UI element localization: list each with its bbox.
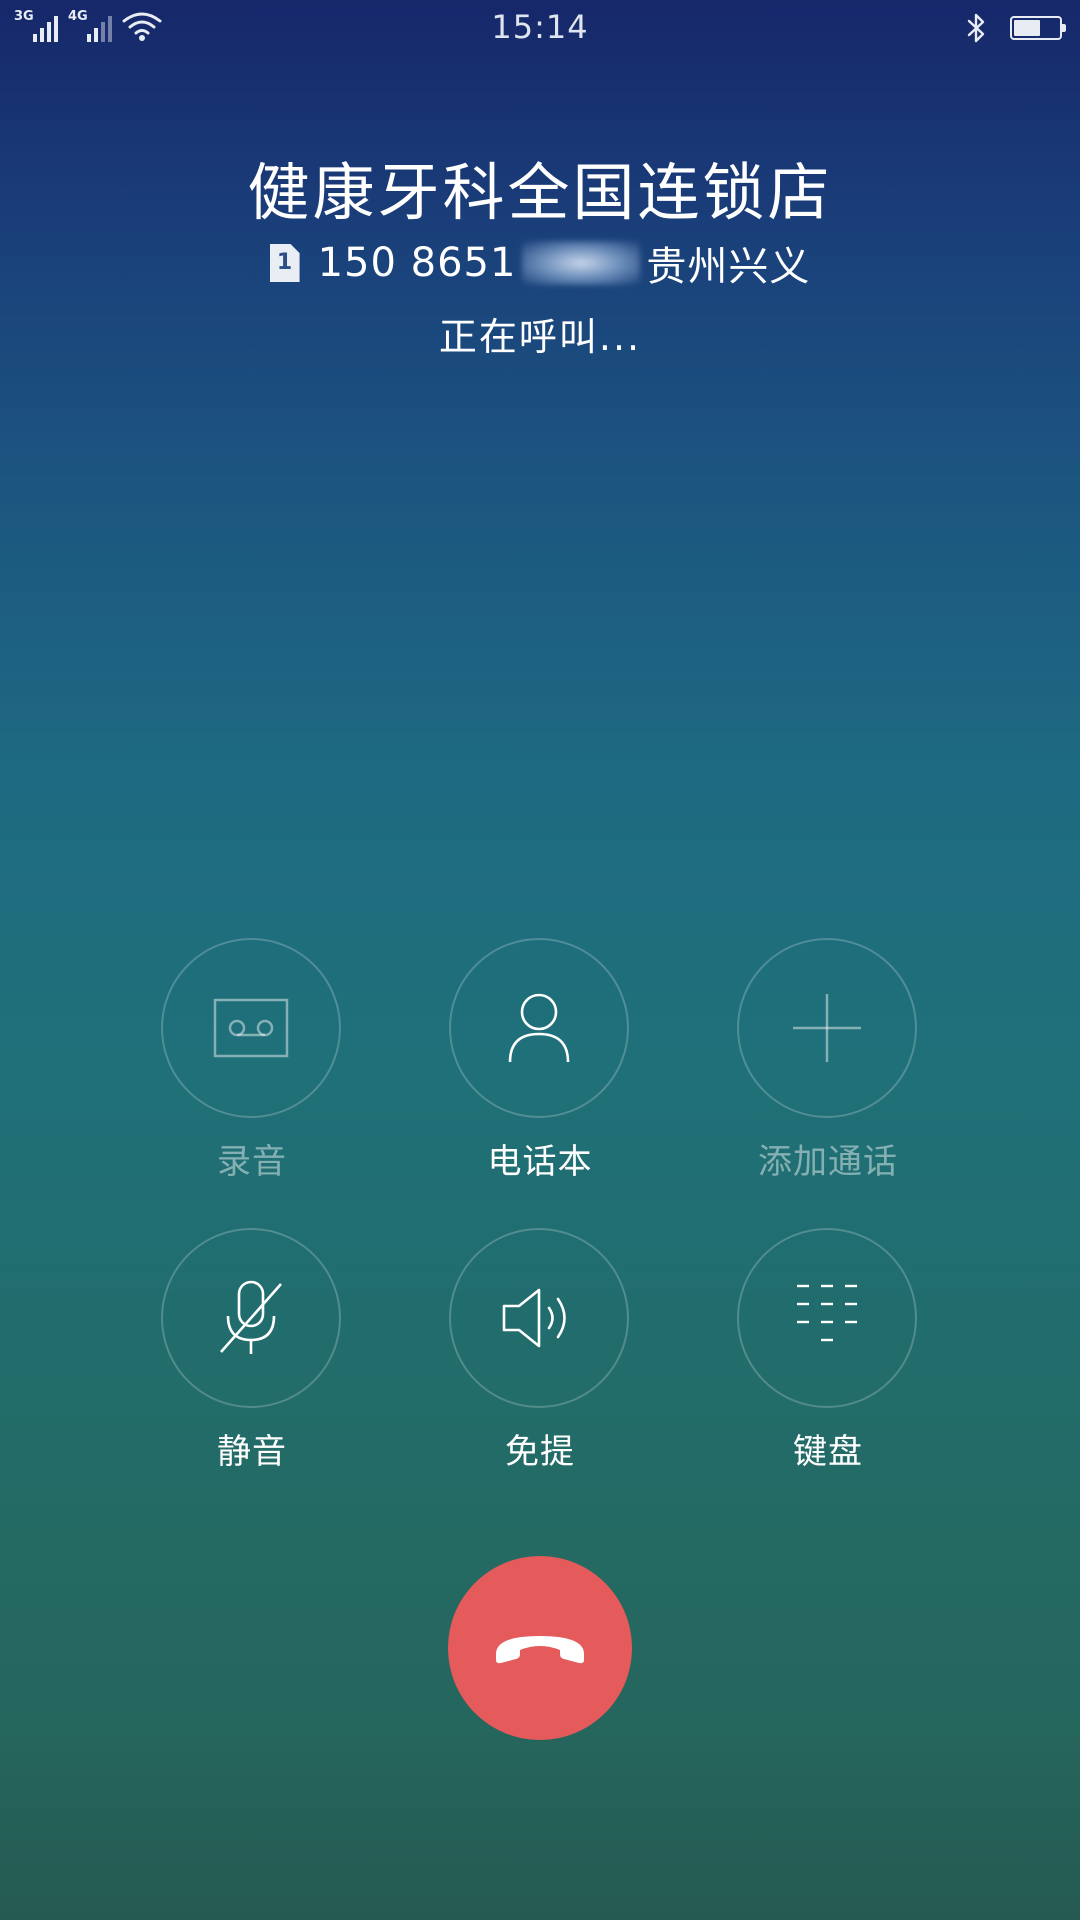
- record-action[interactable]: 录音: [132, 938, 372, 1238]
- add-call-button[interactable]: [737, 938, 917, 1118]
- mute-button[interactable]: [161, 1228, 341, 1408]
- call-status: 正在呼叫...: [438, 315, 642, 359]
- status-right: [966, 12, 1066, 44]
- record-label: 录音: [217, 1142, 287, 1182]
- redacted-number-mask: [522, 241, 641, 285]
- caller-name: 健康牙科全国连锁店: [247, 156, 833, 229]
- caller-number-row: 1 150 8651 贵州兴义: [0, 234, 1080, 292]
- mic-muted-icon: [220, 1280, 282, 1354]
- add-call-action[interactable]: 添加通话: [708, 938, 948, 1238]
- speaker-label: 免提: [505, 1432, 575, 1472]
- keypad-action[interactable]: 键盘: [708, 1228, 948, 1528]
- contacts-label: 电话本: [487, 1142, 593, 1182]
- hang-up-icon: [496, 1636, 584, 1664]
- plus-icon: [793, 994, 861, 1062]
- speaker-action[interactable]: 免提: [420, 1228, 660, 1528]
- cassette-icon: [213, 998, 289, 1058]
- battery-icon: [1010, 16, 1066, 40]
- caller-number: 150 8651: [317, 240, 517, 286]
- sim-slot-number: 1: [276, 250, 293, 275]
- status-bar: 3G 4G 15:14: [0, 0, 1080, 58]
- keypad-label: 键盘: [793, 1432, 863, 1472]
- end-call-button[interactable]: [448, 1556, 632, 1740]
- dialpad-icon: [797, 1284, 857, 1342]
- person-icon: [508, 993, 570, 1063]
- mute-label: 静音: [217, 1432, 287, 1472]
- speaker-button[interactable]: [449, 1228, 629, 1408]
- contacts-action[interactable]: 电话本: [420, 938, 660, 1238]
- caller-location: 贵州兴义: [646, 244, 811, 290]
- mute-action[interactable]: 静音: [132, 1228, 372, 1528]
- contacts-button[interactable]: [449, 938, 629, 1118]
- keypad-button[interactable]: [737, 1228, 917, 1408]
- add-call-label: 添加通话: [758, 1142, 898, 1182]
- bluetooth-icon: [967, 13, 985, 43]
- sim-card-icon: 1: [269, 244, 300, 282]
- status-time: 15:14: [491, 8, 589, 46]
- record-button[interactable]: [161, 938, 341, 1118]
- speaker-icon: [502, 1288, 566, 1348]
